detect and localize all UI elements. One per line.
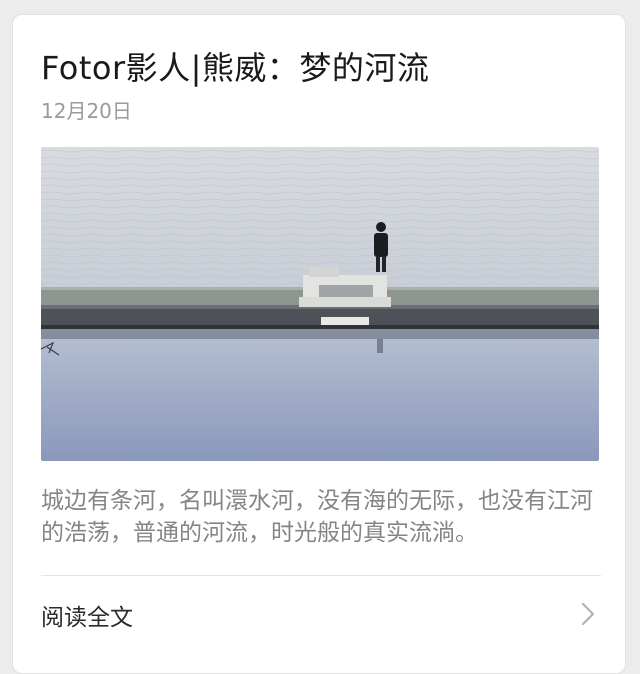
cover-image[interactable] — [41, 147, 599, 461]
article-card[interactable]: Fotor影人|熊威：梦的河流 12月20日 城边有条河，名叫澴水河，没有海的无… — [12, 14, 626, 674]
article-date: 12月20日 — [41, 99, 132, 123]
article-summary: 城边有条河，名叫澴水河，没有海的无际，也没有江河的浩荡，普通的河流，时光般的真实… — [41, 488, 593, 546]
read-more-button[interactable]: 阅读全文 — [13, 576, 627, 654]
read-more-label: 阅读全文 — [41, 605, 133, 631]
article-title[interactable]: Fotor影人|熊威：梦的河流 — [41, 43, 429, 89]
chevron-right-icon — [581, 602, 595, 626]
cover-photo-river — [41, 147, 599, 461]
